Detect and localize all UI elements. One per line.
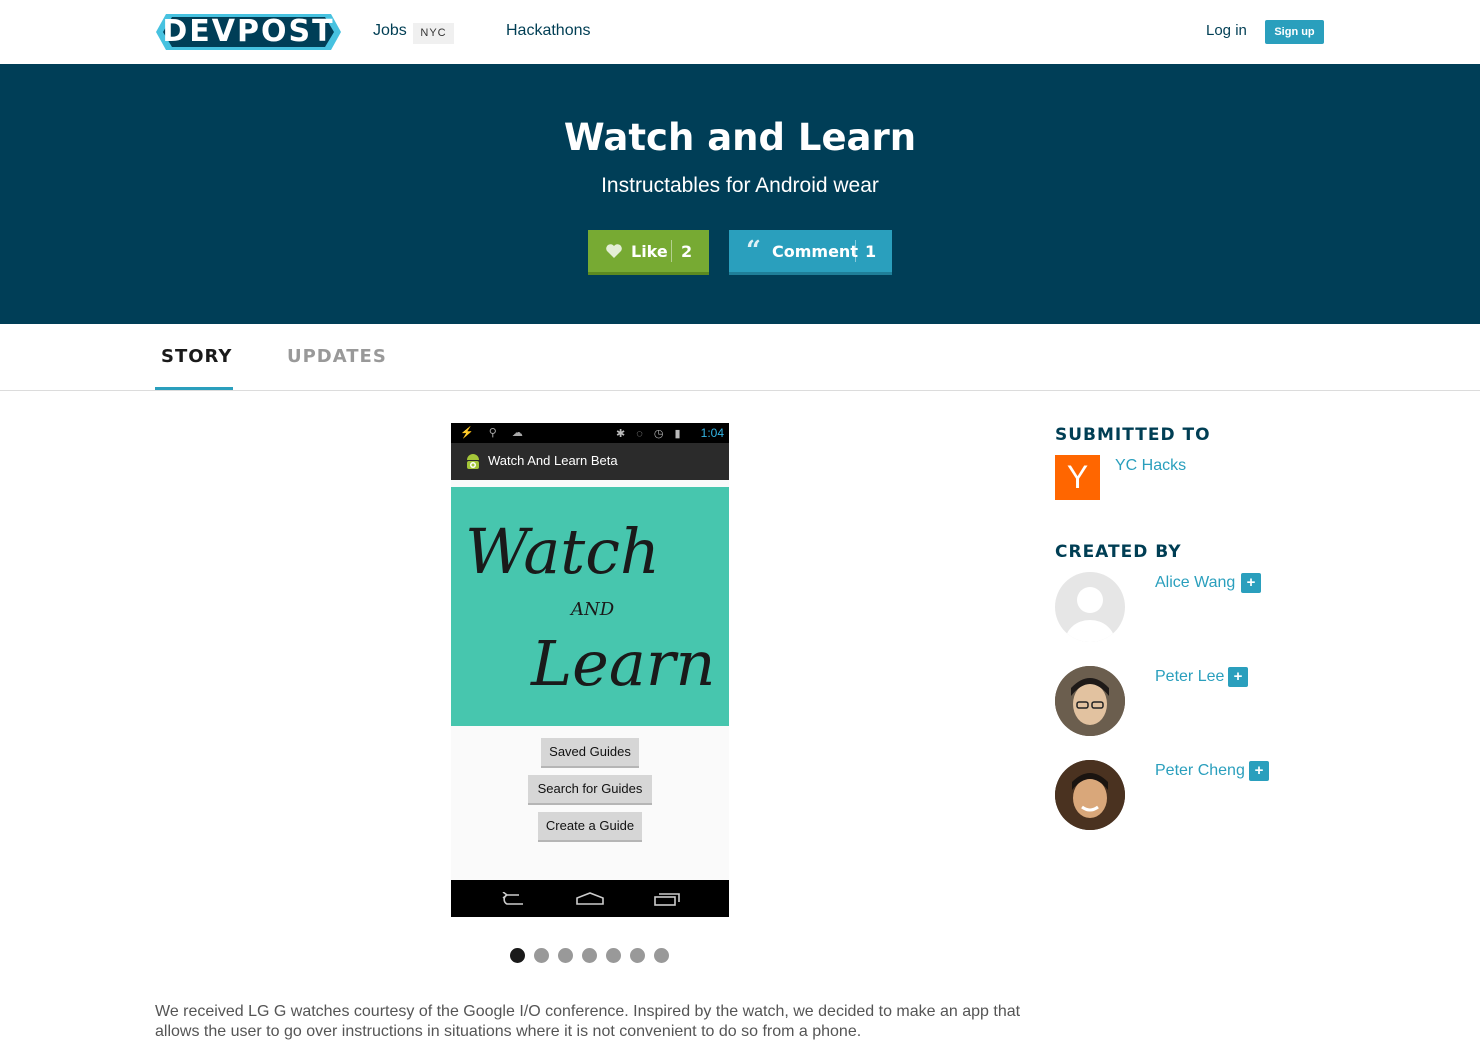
home-icon — [576, 892, 604, 911]
login-link[interactable]: Log in — [1206, 22, 1247, 39]
nav-hackathons-link[interactable]: Hackathons — [506, 22, 591, 40]
splash-text-and: AND — [571, 599, 615, 620]
user-photo — [1055, 666, 1125, 736]
logo-text: DEVPOST — [162, 14, 335, 49]
hackathon-link[interactable]: YC Hacks — [1115, 457, 1186, 475]
gallery-dot-3[interactable] — [558, 948, 573, 963]
app-action-bar: Watch And Learn Beta — [451, 443, 729, 480]
avatar[interactable] — [1055, 666, 1125, 736]
content-tabs: STORY UPDATES — [0, 324, 1480, 391]
like-divider — [671, 240, 672, 262]
gallery-dot-7[interactable] — [654, 948, 669, 963]
follow-button[interactable]: + — [1249, 761, 1269, 781]
gallery-dot-4[interactable] — [582, 948, 597, 963]
comment-count: 1 — [865, 242, 877, 261]
member-name-peter-cheng[interactable]: Peter Cheng — [1155, 762, 1245, 780]
app-title: Watch And Learn Beta — [488, 453, 618, 468]
signup-button[interactable]: Sign up — [1265, 20, 1324, 44]
user-photo — [1055, 760, 1125, 830]
created-by-heading: CREATED BY — [1055, 542, 1182, 562]
recent-apps-icon — [654, 892, 680, 911]
devpost-logo[interactable]: DEVPOST — [156, 14, 341, 50]
follow-button[interactable]: + — [1241, 573, 1261, 593]
top-navigation: DEVPOST Jobs NYC Hackathons Log in Sign … — [0, 0, 1480, 64]
gallery-dot-5[interactable] — [606, 948, 621, 963]
back-icon — [499, 891, 525, 911]
app-splash-image: Watch AND Learn — [451, 487, 729, 726]
splash-text-learn: Learn — [531, 627, 716, 700]
create-guide-button: Create a Guide — [538, 812, 642, 842]
gallery-dot-6[interactable] — [630, 948, 645, 963]
member-name-alice-wang[interactable]: Alice Wang — [1155, 574, 1235, 592]
quote-icon: “ — [746, 236, 761, 266]
hackathon-logo[interactable]: Y — [1055, 455, 1100, 500]
project-tagline: Instructables for Android wear — [601, 174, 879, 197]
like-label: Like — [631, 242, 668, 261]
gallery-dot-1[interactable] — [510, 948, 525, 963]
search-guides-button: Search for Guides — [528, 775, 652, 805]
tab-updates[interactable]: UPDATES — [287, 346, 387, 367]
phone-clock: 1:04 — [700, 426, 724, 440]
saved-guides-button: Saved Guides — [541, 738, 639, 768]
comment-divider — [855, 240, 856, 262]
like-count: 2 — [681, 242, 693, 261]
software-header: Watch and Learn Instructables for Androi… — [0, 64, 1480, 324]
phone-status-bar: ⚡ ⚲ ☁ ✱ ◌ ◷ ▮ 1:04 — [451, 423, 729, 443]
jobs-location-badge[interactable]: NYC — [413, 23, 454, 44]
splash-text-watch: Watch — [465, 515, 660, 588]
follow-button[interactable]: + — [1228, 667, 1248, 687]
story-paragraph: We received LG G watches courtesy of the… — [155, 1003, 1021, 1040]
nav-jobs-link[interactable]: Jobs — [373, 22, 407, 40]
project-title: Watch and Learn — [563, 116, 917, 159]
avatar[interactable] — [1055, 760, 1125, 830]
member-name-peter-lee[interactable]: Peter Lee — [1155, 668, 1224, 686]
system-status-icons: ✱ ◌ ◷ ▮ — [616, 428, 685, 440]
default-avatar-icon — [1065, 587, 1115, 642]
gallery-dot-2[interactable] — [534, 948, 549, 963]
heart-icon — [605, 243, 623, 263]
avatar[interactable] — [1055, 572, 1125, 642]
comment-button[interactable]: “ Comment 1 — [729, 230, 892, 275]
tab-story[interactable]: STORY — [161, 346, 232, 367]
active-tab-indicator — [155, 387, 233, 390]
android-nav-bar — [451, 880, 729, 917]
submitted-to-heading: SUBMITTED TO — [1055, 425, 1211, 445]
comment-label: Comment — [772, 242, 858, 261]
notification-icons: ⚡ ⚲ ☁ — [460, 427, 529, 439]
like-button[interactable]: Like 2 — [588, 230, 709, 275]
android-app-icon — [463, 451, 483, 471]
gallery-image[interactable]: ⚡ ⚲ ☁ ✱ ◌ ◷ ▮ 1:04 Watch And Learn Beta … — [451, 423, 729, 917]
